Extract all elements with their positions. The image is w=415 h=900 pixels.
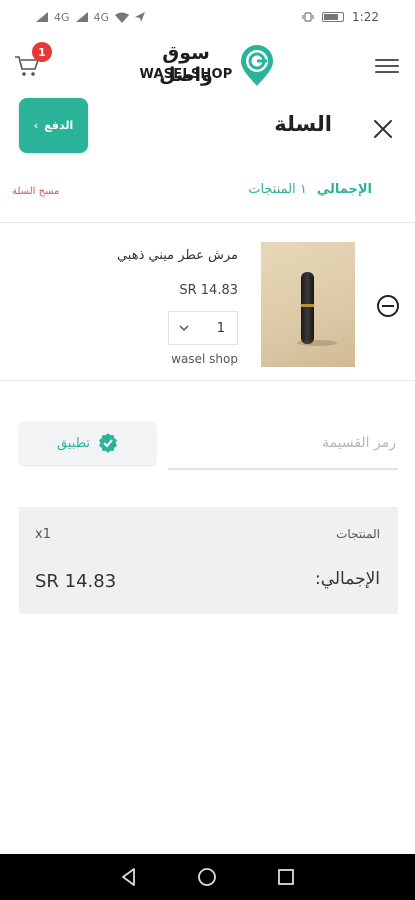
chevron-left-icon: ‹ [33,119,39,132]
chevron-down-icon [179,324,189,331]
menu-icon[interactable] [374,56,400,76]
items-summary: ١ المنتجات [248,182,307,197]
apply-coupon-button[interactable]: تطبيق [19,421,156,465]
perfume-vial [301,272,314,344]
total-label: الإجمالي [316,182,372,197]
signal-icon [36,12,48,22]
clock: 1:22 [352,10,379,24]
checkout-button[interactable]: ‹ الدفع [19,98,88,153]
divider [0,380,415,381]
network-type: 4G [54,10,70,24]
coupon-code-input[interactable] [168,424,398,470]
back-icon[interactable] [119,867,139,887]
logo[interactable]: سوق واصل WASELSHOP [138,42,278,88]
summary-total-value: SR 14.83 [35,571,117,592]
recents-icon[interactable] [276,867,296,887]
vial-shadow [297,340,337,346]
checkout-label: الدفع [44,119,74,132]
wifi-icon [115,12,130,23]
status-indicators: 4G 4G [36,10,146,24]
summary-total-label: الإجمالي: [314,569,380,589]
apply-label: تطبيق [57,435,90,451]
home-icon[interactable] [197,867,217,887]
product-name[interactable]: مرش عطر ميني ذهبي [90,248,238,263]
clear-cart-link[interactable]: مسح السلة [12,186,59,197]
app-header: 1 سوق واصل WASELSHOP [0,34,415,98]
signal-icon [75,12,88,22]
verified-check-icon [99,433,117,453]
vial-gold-band [301,304,314,307]
send-icon [135,12,146,22]
order-summary: المنتجات x1 الإجمالي: SR 14.83 [19,507,398,614]
summary-items-label: المنتجات [336,527,380,541]
summary-items-count: x1 [35,527,51,542]
divider [0,222,415,223]
battery-icon [322,12,345,22]
location-pin-logo-icon [241,45,273,86]
product-image[interactable] [261,242,355,367]
status-right: 1:22 [302,10,379,24]
vibrate-icon [302,12,314,22]
quantity-value: 1 [216,320,225,336]
close-icon[interactable] [372,118,394,140]
logo-english-text: WASELSHOP [139,67,233,82]
system-nav-bar [0,854,415,900]
status-bar: 4G 4G 1:22 [0,0,415,34]
network-type: 4G [93,10,110,24]
cart-totals-row: الإجمالي ١ المنتجات [238,182,372,197]
product-price: SR 14.83 [179,283,238,298]
cart-count-badge: 1 [32,42,52,62]
page-title: السلة [274,112,332,136]
vendor-name[interactable]: wasel shop [140,352,238,366]
quantity-selector[interactable]: 1 [168,311,238,345]
remove-item-icon[interactable] [376,294,400,318]
